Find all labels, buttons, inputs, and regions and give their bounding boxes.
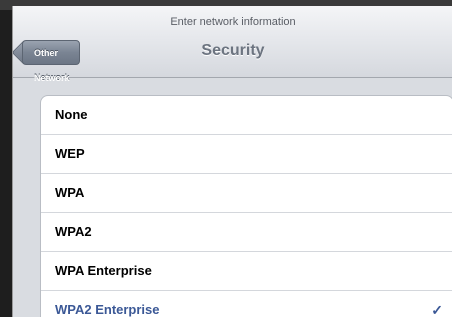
security-option-wpa-enterprise[interactable]: WPA Enterprise — [41, 251, 452, 290]
security-option-none[interactable]: None — [41, 96, 452, 134]
security-option-wep[interactable]: WEP — [41, 134, 452, 173]
network-info-sheet: Enter network information Other Network … — [12, 6, 452, 317]
sheet-prompt: Enter network information — [170, 16, 296, 28]
security-option-wpa2-enterprise[interactable]: WPA2 Enterprise ✓ — [41, 290, 452, 317]
checkmark-icon: ✓ — [431, 302, 443, 317]
option-label: None — [55, 107, 88, 122]
option-label: WPA2 Enterprise — [55, 302, 160, 317]
option-label: WPA2 — [55, 224, 92, 239]
option-label: WEP — [55, 146, 85, 161]
other-network-back-button[interactable]: Other Network — [22, 40, 80, 83]
option-label: WPA — [55, 185, 85, 200]
security-option-wpa2[interactable]: WPA2 — [41, 212, 452, 251]
navigation-bar: Enter network information Other Network … — [13, 6, 452, 83]
security-option-wpa[interactable]: WPA — [41, 173, 452, 212]
option-label: WPA Enterprise — [55, 263, 152, 278]
security-options-list: None WEP WPA WPA2 WPA Enterprise WPA2 En… — [40, 95, 452, 317]
